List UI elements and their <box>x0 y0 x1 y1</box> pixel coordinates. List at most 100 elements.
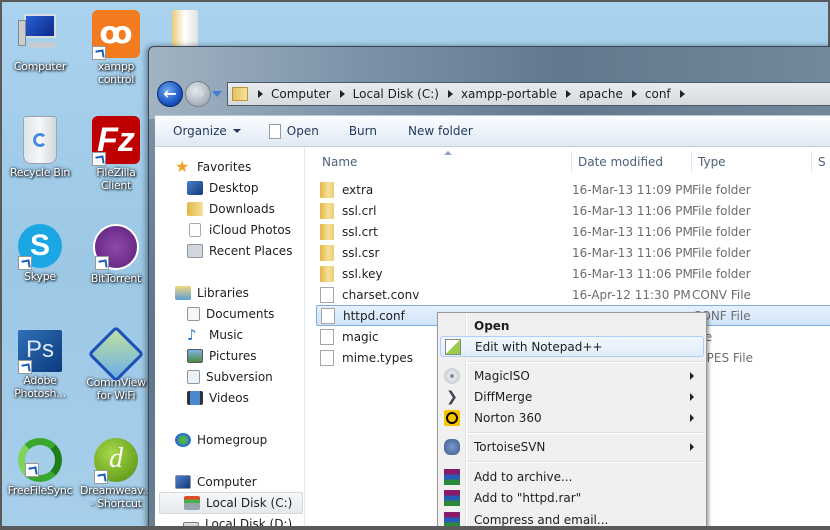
column-header-name[interactable]: Name <box>316 151 572 173</box>
submenu-arrow-icon <box>690 392 694 401</box>
desktop-icon-label: Skype <box>24 270 56 283</box>
desktop-icon-recycle-bin[interactable]: Recycle Bin <box>4 116 76 179</box>
file-row[interactable]: charset.conv 16-Apr-12 11:30 PM CONV File <box>316 284 830 305</box>
nav-subversion[interactable]: Subversion <box>187 367 273 387</box>
filezilla-icon: Fz <box>92 116 140 166</box>
chevron-right-icon[interactable] <box>339 90 345 98</box>
menu-item-tortoisesvn[interactable]: TortoiseSVN <box>440 436 704 457</box>
organize-button[interactable]: Organize <box>173 124 241 138</box>
open-label: Open <box>286 124 319 138</box>
desktop-icon-xampp[interactable]: ꝏ xampp control <box>80 10 152 86</box>
file-row[interactable]: extra 16-Mar-13 11:09 PM File folder <box>316 179 830 200</box>
menu-item-open[interactable]: Open <box>440 315 704 336</box>
nav-icloud-photos[interactable]: iCloud Photos <box>187 220 291 240</box>
bittorrent-icon <box>93 224 139 270</box>
recent-pages-dropdown[interactable] <box>212 91 222 97</box>
nav-downloads[interactable]: Downloads <box>187 199 275 219</box>
desktop-icon-bittorrent[interactable]: BitTorrent <box>80 224 152 285</box>
breadcrumb-local-disk-c[interactable]: Local Disk (C:) <box>353 87 461 101</box>
chevron-right-icon[interactable] <box>447 90 453 98</box>
file-date: 16-Mar-13 11:06 PM <box>572 203 693 218</box>
menu-item-edit-notepadpp[interactable]: Edit with Notepad++ <box>440 336 704 357</box>
file-name: charset.conv <box>342 287 420 302</box>
desktop-icon-photoshop[interactable]: Ps Adobe Photosh... <box>4 330 76 400</box>
nav-recent-places[interactable]: Recent Places <box>187 241 292 261</box>
breadcrumb-conf[interactable]: conf <box>645 87 693 101</box>
column-header-size[interactable]: S <box>812 151 830 173</box>
menu-item-add-to-archive[interactable]: Add to archive... <box>440 466 704 487</box>
nav-pictures[interactable]: Pictures <box>187 346 257 366</box>
file-date: 16-Mar-13 11:06 PM <box>572 245 693 260</box>
dreamweaver-icon: d <box>94 438 138 484</box>
nav-desktop[interactable]: Desktop <box>187 178 259 198</box>
breadcrumb-separator[interactable] <box>256 90 271 98</box>
chevron-right-icon[interactable] <box>679 90 685 98</box>
file-row[interactable]: ssl.key 16-Mar-13 11:06 PM File folder <box>316 263 830 284</box>
computer-icon <box>16 10 64 58</box>
nav-music[interactable]: ♪ Music <box>187 325 243 345</box>
navigation-pane: ★ Favorites Desktop Downloads iCloud Phot… <box>155 147 305 530</box>
recycle-bin-icon <box>23 116 57 164</box>
burn-button[interactable]: Burn <box>349 124 377 138</box>
desktop-icon-label: FreeFileSync <box>7 484 73 497</box>
nav-local-disk-c[interactable]: Local Disk (C:) <box>159 492 303 514</box>
desktop-icon-commview[interactable]: CommView for WiFi <box>80 325 152 402</box>
shortcut-arrow-icon <box>92 46 106 60</box>
diffmerge-icon: ❯ <box>446 388 458 405</box>
menu-item-norton[interactable]: Norton 360 <box>440 407 704 428</box>
nav-label: Downloads <box>209 202 275 216</box>
column-header-date[interactable]: Date modified <box>572 151 692 173</box>
file-name: extra <box>342 182 374 197</box>
nav-computer[interactable]: Computer <box>175 472 257 492</box>
chevron-right-icon[interactable] <box>565 90 571 98</box>
breadcrumb-computer[interactable]: Computer <box>271 87 353 101</box>
folder-icon <box>320 202 334 219</box>
address-bar[interactable]: Computer Local Disk (C:) xampp-portable … <box>227 82 830 106</box>
file-icon <box>320 349 334 366</box>
file-name: ssl.crl <box>342 203 377 218</box>
file-row[interactable]: ssl.crl 16-Mar-13 11:06 PM File folder <box>316 200 830 221</box>
nav-videos[interactable]: Videos <box>187 388 249 408</box>
subversion-icon <box>187 370 200 384</box>
desktop-icon-filezilla[interactable]: Fz FileZilla Client <box>80 116 152 192</box>
xampp-icon: ꝏ <box>92 10 140 60</box>
breadcrumb-apache[interactable]: apache <box>579 87 645 101</box>
desktop-icon-freefilesync[interactable]: FreeFileSync <box>4 438 76 497</box>
nav-homegroup[interactable]: Homegroup <box>175 430 267 450</box>
shortcut-arrow-icon <box>94 470 108 484</box>
open-button[interactable]: Open <box>268 123 319 139</box>
folder-icon[interactable] <box>172 10 198 46</box>
column-label: S <box>818 155 826 169</box>
nav-libraries[interactable]: Libraries <box>175 283 249 303</box>
shortcut-arrow-icon <box>18 360 32 374</box>
magiciso-icon <box>444 367 460 384</box>
back-button[interactable]: ← <box>157 81 183 107</box>
file-type: File folder <box>692 224 751 239</box>
nav-favorites[interactable]: ★ Favorites <box>175 157 251 177</box>
nav-label: Documents <box>206 307 275 321</box>
menu-item-add-to-httpd-rar[interactable]: Add to "httpd.rar" <box>440 487 704 508</box>
photoshop-icon: Ps <box>18 330 62 374</box>
file-row[interactable]: ssl.crt 16-Mar-13 11:06 PM File folder <box>316 221 830 242</box>
desktop-icon-dreamweaver[interactable]: d Dreamweav... - Shortcut <box>80 438 152 510</box>
context-menu: Open Edit with Notepad++ MagicISO ❯ DiffM… <box>437 312 707 530</box>
desktop-icon-skype[interactable]: S Skype <box>4 224 76 283</box>
music-icon: ♪ <box>187 326 197 344</box>
file-name: ssl.key <box>342 266 383 281</box>
desktop-icon-computer[interactable]: Computer <box>4 10 76 73</box>
menu-item-diffmerge[interactable]: ❯ DiffMerge <box>440 386 704 407</box>
forward-button[interactable]: → <box>185 81 211 107</box>
nav-label: Videos <box>209 391 249 405</box>
chevron-down-icon <box>232 129 241 133</box>
new-folder-button[interactable]: New folder <box>408 124 473 138</box>
nav-documents[interactable]: Documents <box>187 304 274 324</box>
file-row[interactable]: ssl.csr 16-Mar-13 11:06 PM File folder <box>316 242 830 263</box>
menu-separator <box>468 432 704 434</box>
menu-item-magiciso[interactable]: MagicISO <box>440 365 704 386</box>
column-header-type[interactable]: Type <box>692 151 812 173</box>
breadcrumb-xampp-portable[interactable]: xampp-portable <box>461 87 579 101</box>
desktop-icon-label: xampp control <box>97 60 135 86</box>
chevron-right-icon[interactable] <box>631 90 637 98</box>
winrar-icon <box>444 468 460 485</box>
nav-label: Local Disk (C:) <box>206 496 293 510</box>
